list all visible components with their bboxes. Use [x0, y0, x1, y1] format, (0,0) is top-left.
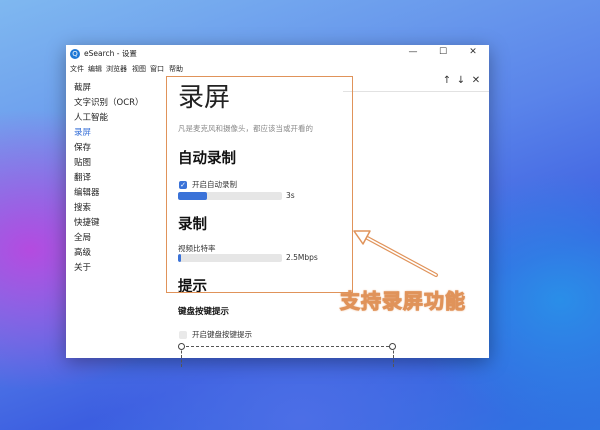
arrow-up-icon[interactable]: ↑	[441, 75, 453, 86]
find-close-icon[interactable]: ✕	[470, 75, 482, 86]
resize-handle[interactable]	[178, 343, 185, 350]
arrow-down-icon[interactable]: ↓	[455, 75, 467, 86]
sidebar-item-ocr[interactable]: 文字识别（OCR）	[74, 96, 164, 111]
sidebar-item-editor[interactable]: 编辑器	[74, 186, 164, 201]
keyboard-tips-label: 开启键盘按键提示	[192, 330, 252, 339]
settings-content: 录屏 凡是麦克风和摄像头，都应该当或开看的 自动录制 ✓ 开启自动录制 3s 录…	[165, 75, 489, 358]
maximize-button[interactable]: ☐	[436, 47, 450, 57]
sidebar-item-about[interactable]: 关于	[74, 261, 164, 276]
sidebar-item-search[interactable]: 搜索	[74, 201, 164, 216]
sidebar-item-screenshot[interactable]: 截屏	[74, 81, 164, 96]
keyboard-tips-heading: 键盘按键提示	[178, 307, 230, 317]
sidebar-item-shortcuts[interactable]: 快捷键	[74, 216, 164, 231]
app-search-icon: Q	[70, 49, 80, 59]
sidebar-item-translate[interactable]: 翻译	[74, 171, 164, 186]
auto-record-heading: 自动录制	[178, 151, 236, 167]
bitrate-label: 视频比特率	[178, 244, 216, 253]
menu-help[interactable]: 帮助	[169, 64, 183, 74]
sidebar-item-screen-record[interactable]: 录屏	[74, 126, 164, 141]
record-heading: 录制	[178, 217, 207, 233]
menu-bar: 文件 编辑 浏览器 视图 窗口 帮助	[66, 63, 489, 75]
menu-browser[interactable]: 浏览器	[106, 64, 127, 74]
settings-sidebar: 截屏 文字识别（OCR） 人工智能 录屏 保存 贴图 翻译 编辑器 搜索 快捷键…	[74, 81, 164, 276]
minimize-button[interactable]: —	[406, 47, 420, 57]
find-bar: ↑ ↓ ✕	[343, 75, 489, 92]
bitrate-value: 2.5Mbps	[286, 253, 318, 262]
page-title: 录屏	[178, 83, 231, 113]
annotation-arrow-icon	[353, 230, 438, 277]
title-bar: Q eSearch - 设置 — ☐ ✕	[66, 45, 489, 63]
menu-window[interactable]: 窗口	[150, 64, 164, 74]
auto-record-label: 开启自动录制	[192, 180, 237, 189]
auto-record-slider-fill	[178, 192, 207, 200]
tips-heading: 提示	[178, 279, 207, 295]
sidebar-item-save[interactable]: 保存	[74, 141, 164, 156]
sidebar-item-advanced[interactable]: 高级	[74, 246, 164, 261]
resize-handle[interactable]	[389, 343, 396, 350]
menu-file[interactable]: 文件	[70, 64, 84, 74]
bitrate-slider[interactable]	[178, 254, 282, 262]
section-description: 凡是麦克风和摄像头，都应该当或开看的	[178, 124, 313, 133]
bitrate-slider-fill	[178, 254, 181, 262]
menu-view[interactable]: 视图	[132, 64, 146, 74]
sidebar-item-pin[interactable]: 贴图	[74, 156, 164, 171]
keyboard-tips-checkbox[interactable]	[179, 331, 187, 339]
menu-edit[interactable]: 编辑	[88, 64, 102, 74]
close-button[interactable]: ✕	[466, 47, 480, 57]
window-title: eSearch - 设置	[84, 49, 137, 58]
preview-selection-box[interactable]	[181, 346, 394, 367]
sidebar-item-global[interactable]: 全局	[74, 231, 164, 246]
auto-record-value: 3s	[286, 191, 295, 200]
auto-record-checkbox[interactable]: ✓	[179, 181, 187, 189]
sidebar-item-ai[interactable]: 人工智能	[74, 111, 164, 126]
auto-record-slider[interactable]	[178, 192, 282, 200]
annotation-callout: 支持录屏功能	[340, 289, 466, 314]
